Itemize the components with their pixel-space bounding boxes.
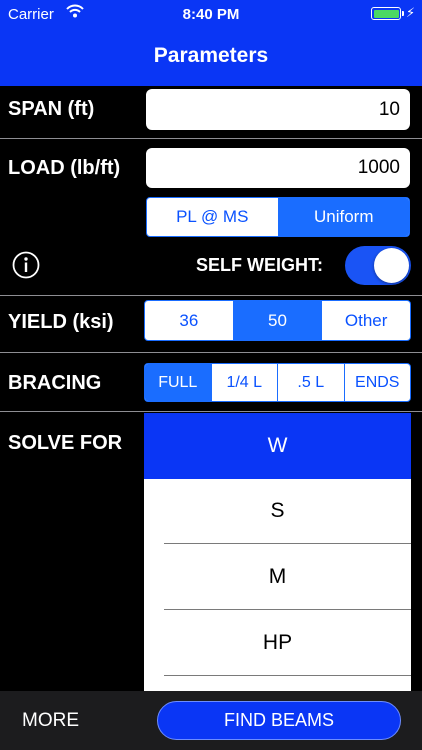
load-label: LOAD (lb/ft) [8, 157, 121, 179]
segment-half-l[interactable]: .5 L [277, 364, 344, 401]
list-item-s[interactable]: S [144, 478, 411, 544]
yield-label: YIELD (ksi) [8, 311, 114, 333]
list-item-m[interactable]: M [144, 544, 411, 610]
list-item-hp[interactable]: HP [144, 610, 411, 676]
segment-full[interactable]: FULL [145, 364, 211, 401]
divider [0, 138, 422, 139]
list-divider [164, 675, 411, 676]
segment-pl-at-ms[interactable]: PL @ MS [147, 198, 278, 236]
solve-for-label: SOLVE FOR [8, 432, 123, 454]
yield-segmented: 36 50 Other [144, 300, 411, 341]
self-weight-label: SELF WEIGHT: [196, 255, 323, 275]
segment-uniform[interactable]: Uniform [277, 198, 409, 236]
segment-quarter-l[interactable]: 1/4 L [210, 364, 278, 401]
battery-icon [371, 7, 404, 20]
span-input[interactable]: 10 [146, 89, 410, 130]
divider [0, 295, 422, 296]
charging-bolt-icon: ⚡ [406, 5, 416, 20]
divider [0, 411, 422, 412]
find-beams-button[interactable]: FIND BEAMS [157, 701, 401, 740]
span-label: SPAN (ft) [8, 98, 95, 120]
solve-for-list: W S M HP [144, 413, 411, 691]
divider [0, 352, 422, 353]
segment-36[interactable]: 36 [145, 301, 233, 340]
more-button[interactable]: MORE [22, 710, 79, 732]
page-title: Parameters [153, 44, 269, 67]
toggle-knob [374, 248, 409, 283]
self-weight-toggle[interactable] [345, 246, 411, 285]
bracing-label: BRACING [8, 372, 102, 394]
segment-50[interactable]: 50 [232, 301, 322, 340]
list-item-w[interactable]: W [144, 413, 411, 479]
load-input[interactable]: 1000 [146, 148, 410, 188]
segment-ends[interactable]: ENDS [343, 364, 411, 401]
load-type-segmented: PL @ MS Uniform [146, 197, 410, 237]
bracing-segmented: FULL 1/4 L .5 L ENDS [144, 363, 411, 402]
segment-other[interactable]: Other [321, 301, 410, 340]
info-icon[interactable] [12, 251, 40, 279]
status-time: 8:40 PM [182, 6, 240, 23]
